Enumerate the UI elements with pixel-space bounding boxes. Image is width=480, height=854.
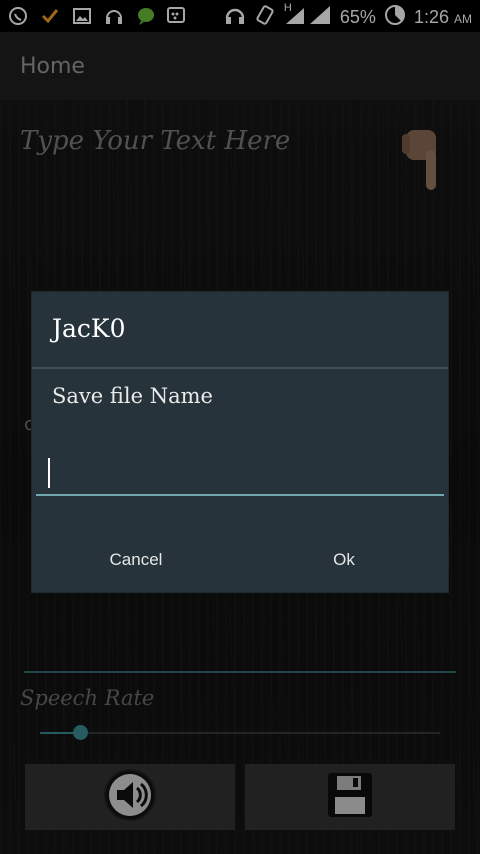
cancel-button[interactable]: Cancel bbox=[32, 550, 240, 574]
dialog-divider bbox=[32, 367, 448, 369]
file-name-input[interactable] bbox=[36, 450, 444, 496]
text-caret bbox=[48, 458, 50, 488]
save-file-dialog: JacK0 Save file Name Cancel Ok bbox=[32, 292, 448, 592]
ok-button[interactable]: Ok bbox=[240, 550, 448, 574]
dialog-message: Save file Name bbox=[52, 384, 213, 408]
dialog-title: JacK0 bbox=[52, 314, 126, 343]
